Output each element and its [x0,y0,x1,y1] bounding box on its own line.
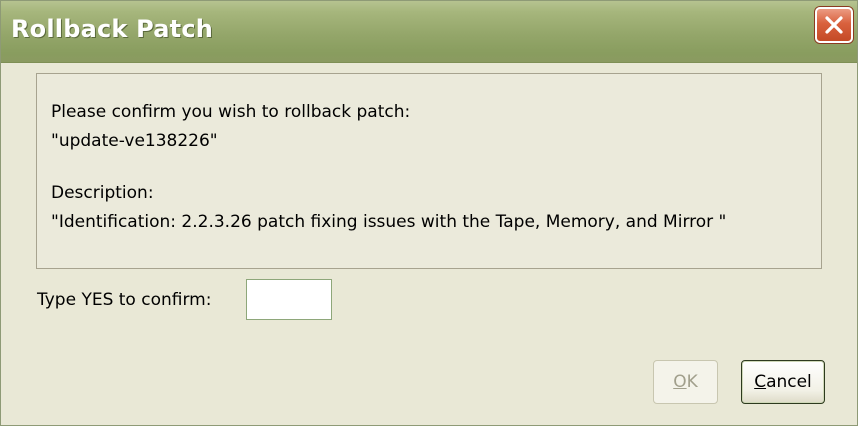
description-label: Description: [51,183,154,203]
ok-label-rest: K [686,372,698,392]
title-bar[interactable]: Rollback Patch [1,1,857,63]
patch-name: "update-ve138226" [51,131,218,151]
rollback-patch-dialog: Rollback Patch Please confirm you wish t… [0,0,858,426]
confirm-message: Please confirm you wish to rollback patc… [51,102,411,122]
confirm-label: Type YES to confirm: [37,290,212,310]
ok-mnemonic: O [673,372,687,392]
cancel-button[interactable]: Cancel [741,360,825,404]
ok-button[interactable]: OK [653,360,718,404]
cancel-label-rest: ancel [766,372,812,392]
dialog-body: Please confirm you wish to rollback patc… [1,64,857,425]
description-text: "Identification: 2.2.3.26 patch fixing i… [51,212,727,232]
cancel-mnemonic: C [754,372,767,392]
message-panel: Please confirm you wish to rollback patc… [36,73,822,269]
close-icon [825,16,843,34]
confirm-input[interactable] [246,279,332,320]
window-title: Rollback Patch [11,15,214,43]
close-button[interactable] [815,7,853,43]
